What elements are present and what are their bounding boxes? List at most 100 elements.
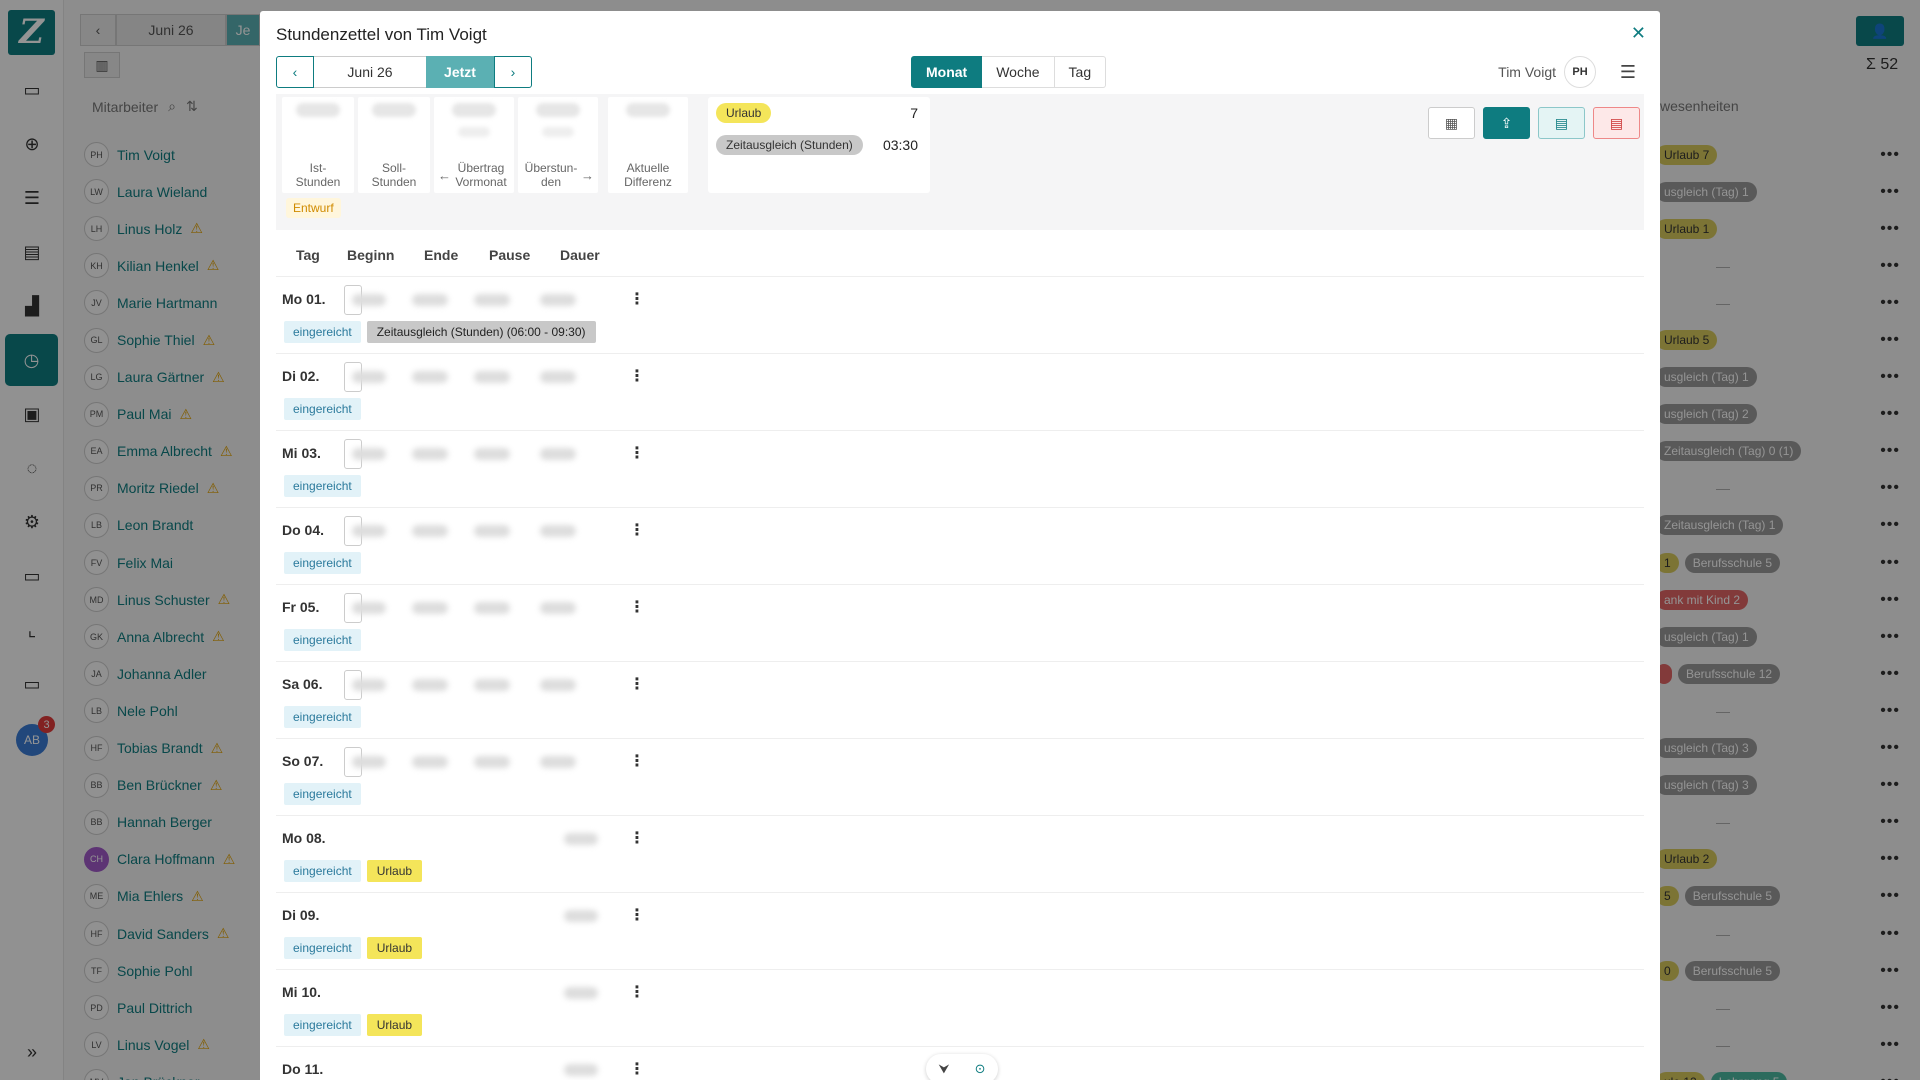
- day-row: Mi 10. ⋮ eingereicht Urlaub: [276, 970, 1644, 1047]
- blurred-time-value: [540, 525, 576, 537]
- view-day-button[interactable]: Tag: [1054, 56, 1107, 88]
- row-menu-icon[interactable]: ⋮: [629, 905, 645, 925]
- day-chips: eingereicht: [284, 783, 361, 805]
- user-name: Tim Voigt: [1498, 64, 1556, 80]
- status-badge: eingereicht: [284, 321, 361, 343]
- day-row: Mo 01. ⋮ eingereicht Zeitausgleich (Stunden…: [276, 277, 1644, 354]
- day-label: Mo 01.: [282, 291, 326, 307]
- day-chips: eingereicht Urlaub: [284, 1014, 423, 1036]
- day-label: Sa 06.: [282, 676, 323, 692]
- blurred-time-value: [474, 448, 510, 460]
- absence-summary-row: Urlaub 7: [716, 103, 918, 123]
- upload-icon: ⇪: [1500, 114, 1513, 131]
- row-menu-icon[interactable]: ⋮: [629, 366, 645, 386]
- blurred-time-value: [474, 525, 510, 537]
- modal-title: Stundenzettel von Tim Voigt: [276, 25, 487, 44]
- close-icon[interactable]: ✕: [1631, 23, 1646, 44]
- absence-value: 03:30: [882, 137, 918, 153]
- blurred-time-value: [352, 371, 386, 383]
- status-badge: eingereicht: [284, 552, 361, 574]
- document-x-icon: ▤: [1609, 114, 1624, 131]
- day-chips: eingereicht: [284, 706, 361, 728]
- blurred-time-value: [412, 371, 448, 383]
- day-row: Mi 03. ⋮ eingereicht: [276, 431, 1644, 508]
- row-menu-icon[interactable]: ⋮: [629, 597, 645, 617]
- blurred-time-value: [564, 910, 598, 922]
- blurred-time-value: [540, 602, 576, 614]
- status-badge: eingereicht: [284, 860, 361, 882]
- table-header: Tag Beginn Ende Pause Dauer: [276, 233, 1644, 277]
- blurred-time-value: [540, 679, 576, 691]
- blurred-time-value: [352, 679, 386, 691]
- blurred-time-value: [540, 294, 576, 306]
- status-badge: Entwurf: [286, 198, 341, 218]
- blurred-time-value: [352, 602, 386, 614]
- date-navigation: ‹ Juni 26 Jetzt ›: [276, 56, 532, 88]
- day-chips: eingereicht: [284, 629, 361, 651]
- day-row: So 07. ⋮ eingereicht: [276, 739, 1644, 816]
- row-menu-icon[interactable]: ⋮: [629, 674, 645, 694]
- blurred-time-value: [564, 987, 598, 999]
- day-label: Di 09.: [282, 907, 320, 923]
- prev-month-button[interactable]: ‹: [276, 56, 314, 88]
- blurred-time-value: [540, 756, 576, 768]
- blurred-time-value: [474, 602, 510, 614]
- view-week-button[interactable]: Woche: [982, 56, 1055, 88]
- filter-icon[interactable]: ⮟: [939, 1061, 950, 1077]
- day-chips: eingereicht: [284, 398, 361, 420]
- approve-document-button[interactable]: ▤: [1538, 107, 1585, 139]
- calendar-button[interactable]: ▦: [1428, 107, 1475, 139]
- day-row: Fr 05. ⋮ eingereicht: [276, 585, 1644, 662]
- submit-button[interactable]: ⇪: [1483, 107, 1530, 139]
- row-menu-icon[interactable]: ⋮: [629, 982, 645, 1002]
- absence-chip: Urlaub: [366, 937, 423, 959]
- view-month-button[interactable]: Monat: [911, 56, 983, 88]
- column-header-break: Pause: [489, 246, 531, 263]
- calendar-icon: ▦: [1444, 114, 1459, 131]
- stat-label: Übertrag Vormonat: [455, 161, 507, 189]
- day-row: Sa 06. ⋮ eingereicht: [276, 662, 1644, 739]
- blurred-time-value: [540, 448, 576, 460]
- timesheet-modal: Stundenzettel von Tim Voigt ✕ ‹ Juni 26 …: [260, 11, 1660, 1080]
- absence-summary-card: Urlaub 7 Zeitausgleich (Stunden) 03:30: [708, 97, 930, 193]
- day-chips: eingereicht Urlaub: [284, 860, 423, 882]
- settings-menu-icon[interactable]: ☰: [1614, 58, 1642, 86]
- row-menu-icon[interactable]: ⋮: [629, 289, 645, 309]
- row-menu-icon[interactable]: ⋮: [629, 520, 645, 540]
- row-menu-icon[interactable]: ⋮: [629, 828, 645, 848]
- stat-aktuelle-differenz: Aktuelle Differenz: [608, 97, 688, 193]
- row-menu-icon[interactable]: ⋮: [629, 751, 645, 771]
- status-badge: eingereicht: [284, 398, 361, 420]
- row-menu-icon[interactable]: ⋮: [629, 443, 645, 463]
- absence-chip-urlaub: Urlaub: [716, 103, 772, 123]
- day-row: Di 02. ⋮ eingereicht: [276, 354, 1644, 431]
- absence-chip: Urlaub: [366, 1014, 423, 1036]
- now-button[interactable]: Jetzt: [426, 56, 494, 88]
- absence-value: 7: [910, 105, 918, 121]
- stat-ist-stunden: Ist- Stunden: [282, 97, 354, 193]
- day-label: Do 11.: [282, 1061, 324, 1077]
- target-icon[interactable]: ⊙: [975, 1061, 986, 1077]
- day-label: So 07.: [282, 753, 324, 769]
- absence-summary-row: Zeitausgleich (Stunden) 03:30: [716, 135, 918, 155]
- stat-ueberstunden: → Überstun- den: [518, 97, 598, 193]
- stat-label: Überstun- den: [524, 161, 578, 189]
- blurred-time-value: [412, 294, 448, 306]
- stat-label: Soll- Stunden: [371, 161, 417, 189]
- current-month-label[interactable]: Juni 26: [314, 56, 426, 88]
- absence-chip: Urlaub: [366, 860, 423, 882]
- blurred-time-value: [474, 756, 510, 768]
- blurred-time-value: [412, 679, 448, 691]
- next-month-button[interactable]: ›: [494, 56, 532, 88]
- day-chips: eingereicht: [284, 552, 361, 574]
- action-buttons: ▦ ⇪ ▤ ▤: [1428, 107, 1640, 139]
- column-header-duration: Dauer: [560, 246, 600, 263]
- day-row: Di 09. ⋮ eingereicht Urlaub: [276, 893, 1644, 970]
- document-check-icon: ▤: [1554, 114, 1569, 131]
- row-menu-icon[interactable]: ⋮: [629, 1059, 645, 1079]
- reject-document-button[interactable]: ▤: [1593, 107, 1640, 139]
- status-badge: eingereicht: [284, 706, 361, 728]
- avatar[interactable]: PH: [1564, 56, 1596, 88]
- blurred-time-value: [564, 833, 598, 845]
- day-label: Mo 08.: [282, 830, 326, 846]
